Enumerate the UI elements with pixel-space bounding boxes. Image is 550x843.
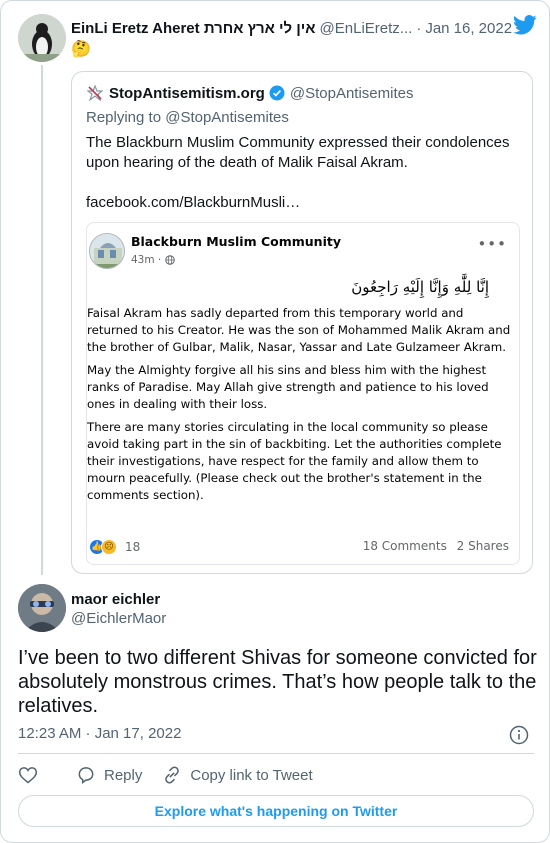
quoted-text-line: upon hearing of the death of Malik Faisa… [86,154,408,171]
facebook-post-body: Faisal Akram has sadly departed from thi… [87,305,517,510]
quoted-author-handle: @StopAntisemites [289,84,414,102]
parent-author-name[interactable]: EinLi Eretz Aheret אין לי ארץ אחרת [71,20,316,37]
quoted-tweet-header: StopAntisemitism.org @StopAntisemites [86,84,413,102]
parent-tweet-text: 🤔 [71,41,91,58]
main-author-handle[interactable]: @EichlerMaor [71,610,166,627]
facebook-page-avatar [89,233,125,269]
divider [18,753,534,754]
parent-tweet-date[interactable]: Jan 16, 2022 [425,20,512,37]
parent-tweet-header: EinLi Eretz Aheret אין לי ארץ אחרת @EnLi… [71,17,541,39]
main-author-avatar[interactable] [18,584,66,632]
facebook-post-time: 43m [131,254,155,266]
info-icon[interactable] [509,725,529,745]
reply-button[interactable]: Reply [76,765,142,785]
separator-dot: · [154,254,165,266]
copy-link-button[interactable]: Copy link to Tweet [162,765,313,785]
shares-count: 2 Shares [456,539,509,553]
quoted-tweet-link[interactable]: facebook.com/BlackburnMusli… [86,194,300,211]
parent-avatar[interactable] [18,14,66,62]
facebook-page-name: Blackburn Muslim Community [131,234,341,249]
verified-badge-icon [269,85,285,101]
thread-connector-line [41,65,43,575]
facebook-post-stats: 18 Comments 2 Shares [363,539,509,553]
explore-twitter-button[interactable]: Explore what's happening on Twitter [18,795,534,827]
main-tweet-text: I’ve been to two different Shivas for so… [18,647,537,717]
reply-bubble-icon [78,767,94,784]
facebook-post-arabic: إِنَّا لِلَّٰهِ وَإِنَّا إِلَيْهِ رَاجِع… [351,278,489,296]
reply-label: Reply [104,766,143,784]
quoted-text-line: The Blackburn Muslim Community expressed… [86,134,510,151]
quoted-tweet-text: The Blackburn Muslim Community expressed… [86,133,518,173]
tweet-actions: Reply Copy link to Tweet [18,765,333,785]
facebook-post-paragraph: There are many stories circulating in th… [87,420,502,502]
facebook-post-paragraph: May the Almighty forgive all his sins an… [87,363,489,411]
like-button[interactable] [18,765,46,785]
facebook-post-paragraph: Faisal Akram has sadly departed from thi… [87,306,511,354]
tweet-embed-card: EinLi Eretz Aheret אין לי ארץ אחרת @EnLi… [0,0,550,843]
link-icon [165,766,180,784]
globe-icon [164,255,175,265]
quoted-author-name: StopAntisemitism.org [109,84,265,102]
facebook-post-image[interactable]: Blackburn Muslim Community 43m · ••• إِن… [86,222,520,565]
more-options-icon: ••• [477,235,507,253]
comments-count: 18 Comments [362,539,447,553]
reaction-count: 18 [125,540,141,554]
parent-author-handle[interactable]: @EnLiEretz... [320,20,413,37]
tweet-timestamp[interactable]: 12:23 AM · Jan 17, 2022 [18,725,181,742]
main-author-name[interactable]: maor eichler [71,591,160,608]
heart-icon [18,767,38,784]
twitter-bird-icon[interactable] [513,15,537,35]
facebook-reactions: 👍 ☹ 18 [89,539,140,555]
replying-to-label: Replying to @StopAntisemites [86,109,289,126]
facebook-post-meta: 43m · [131,254,175,266]
quoted-avatar-icon [86,84,104,102]
quoted-tweet[interactable]: StopAntisemitism.org @StopAntisemites Re… [71,71,533,574]
sad-reaction-icon: ☹ [101,539,117,555]
separator-dot: · [416,19,422,37]
copy-link-label: Copy link to Tweet [190,766,313,784]
